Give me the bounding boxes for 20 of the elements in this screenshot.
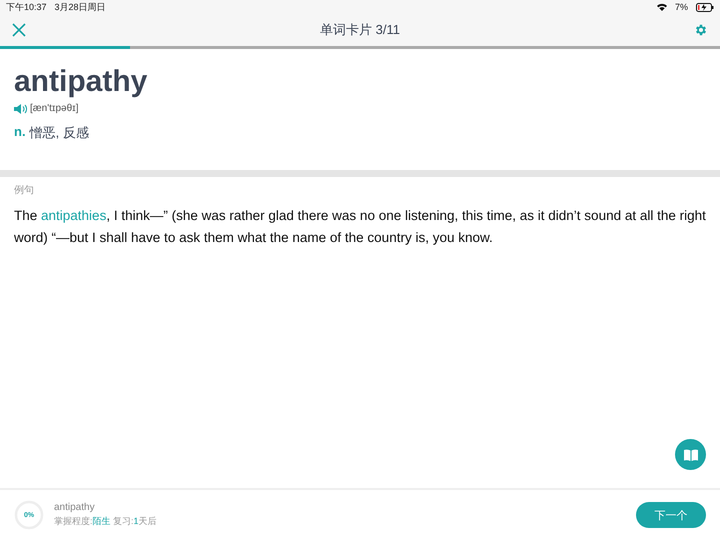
section-label: 例句 (14, 184, 35, 197)
headword: antipathy (14, 65, 148, 99)
part-of-speech: n. (14, 124, 26, 141)
battery-percent: 7% (674, 2, 688, 12)
book-icon (684, 448, 698, 460)
header-title: 单词卡片 3/11 (320, 21, 400, 39)
dictionary-button[interactable] (675, 439, 706, 470)
phonetic: [æn'tɪpəθɪ] (30, 103, 79, 114)
definition: 憎恶, 反感 (30, 124, 89, 142)
next-button[interactable]: 下一个 (636, 502, 706, 528)
status-date: 3月28日周日 (54, 0, 106, 14)
close-icon[interactable] (12, 23, 26, 37)
battery-icon (696, 2, 714, 12)
example-sentence: The antipathies, I think—” (she was rather glad there was no one listening, this time, as it didn’t sound at all the right word) “—but I shall have to ask them what the name of the country is, you know. (14, 207, 706, 247)
settings-icon[interactable] (694, 23, 708, 37)
review-status: 掌握程度:陌生 复习:1天后 (54, 515, 158, 528)
status-time: 下午10:37 (6, 0, 47, 14)
speaker-icon[interactable] (14, 104, 28, 114)
footer-word: antipathy (54, 502, 96, 513)
wifi-icon (656, 3, 667, 11)
